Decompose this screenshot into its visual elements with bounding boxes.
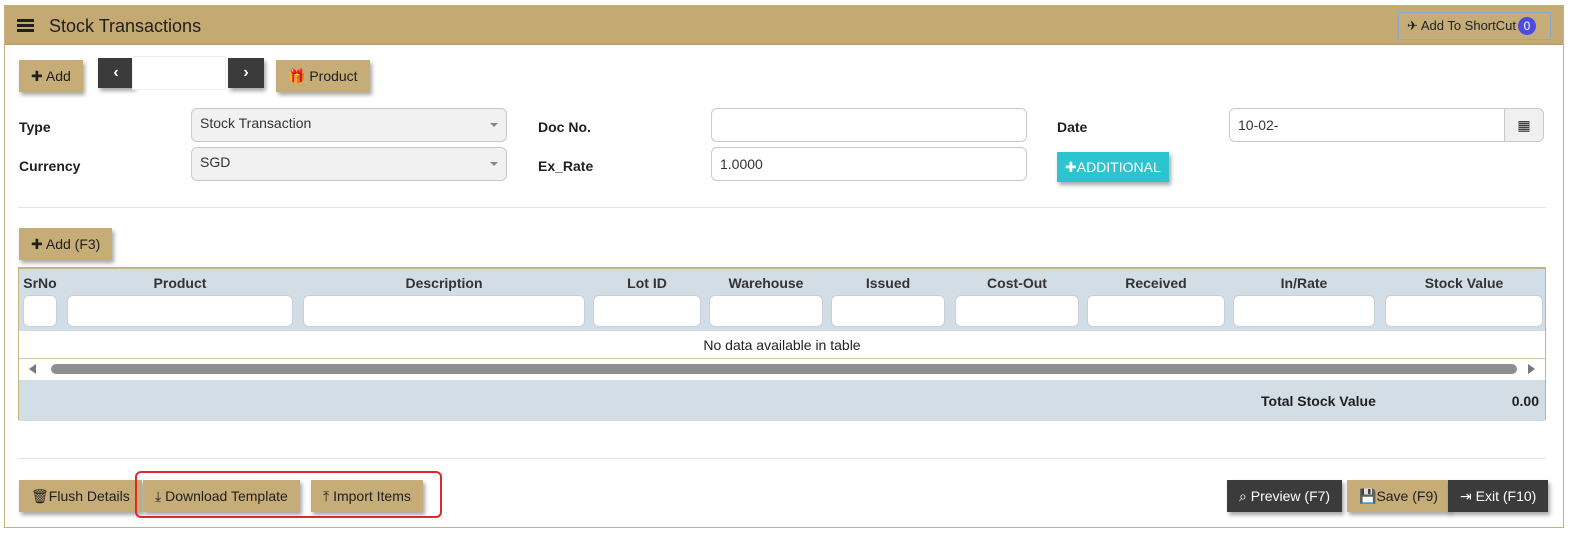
filter-description[interactable] bbox=[303, 295, 585, 327]
filter-srno[interactable] bbox=[23, 295, 57, 327]
save-label: Save (F9) bbox=[1376, 488, 1438, 504]
product-button[interactable]: 🎁 Product bbox=[276, 60, 370, 92]
total-stock-value-label: Total Stock Value bbox=[1261, 393, 1376, 409]
add-row-button[interactable]: ✚ Add (F3) bbox=[19, 228, 113, 260]
date-field[interactable]: 10-02- bbox=[1229, 108, 1509, 142]
filter-stock-value[interactable] bbox=[1385, 295, 1543, 327]
search-icon: ⌕ bbox=[1239, 488, 1251, 504]
filter-lot-id[interactable] bbox=[593, 295, 701, 327]
column-cost-out: Cost-Out bbox=[987, 275, 1047, 291]
filter-received[interactable] bbox=[1087, 295, 1225, 327]
total-stock-value: 0.00 bbox=[1511, 393, 1539, 409]
title-bar: Stock Transactions ✈ Add To ShortCut 0 bbox=[5, 6, 1563, 45]
table-header: SrNo Product Description Lot ID Warehous… bbox=[19, 269, 1545, 331]
column-received: Received bbox=[1125, 275, 1187, 291]
filter-issued[interactable] bbox=[831, 295, 945, 327]
column-description: Description bbox=[405, 275, 483, 291]
plus-icon: ✚ bbox=[31, 236, 46, 252]
chevron-down-icon bbox=[490, 123, 498, 127]
totals-row: Total Stock Value 0.00 bbox=[19, 380, 1545, 421]
scrollbar-thumb[interactable] bbox=[51, 364, 1517, 374]
divider bbox=[18, 458, 1546, 459]
date-label: Date bbox=[1057, 119, 1088, 135]
additional-label: ADDITIONAL bbox=[1076, 159, 1161, 175]
chevron-right-icon: › bbox=[243, 64, 249, 81]
transaction-table: SrNo Product Description Lot ID Warehous… bbox=[18, 267, 1546, 421]
add-label: Add bbox=[45, 68, 71, 84]
save-button[interactable]: 💾Save (F9) bbox=[1347, 480, 1450, 512]
horizontal-scrollbar[interactable] bbox=[19, 359, 1545, 379]
flush-details-button[interactable]: 🗑Flush Details bbox=[19, 480, 142, 512]
scroll-left-icon[interactable] bbox=[29, 364, 36, 374]
currency-label: Currency bbox=[19, 158, 81, 174]
filter-warehouse[interactable] bbox=[709, 295, 823, 327]
currency-value: SGD bbox=[200, 154, 231, 170]
filter-cost-out[interactable] bbox=[955, 295, 1079, 327]
exit-button[interactable]: ⇥ Exit (F10) bbox=[1448, 480, 1549, 512]
previous-record-button[interactable]: ‹ bbox=[98, 58, 134, 88]
ex-rate-label: Ex_Rate bbox=[538, 158, 594, 174]
type-label: Type bbox=[19, 119, 51, 135]
column-warehouse: Warehouse bbox=[728, 275, 804, 291]
product-label: Product bbox=[309, 68, 358, 84]
preview-button[interactable]: ⌕ Preview (F7) bbox=[1227, 480, 1343, 512]
add-to-shortcut-button[interactable]: ✈ Add To ShortCut 0 bbox=[1398, 12, 1551, 40]
column-issued: Issued bbox=[865, 275, 911, 291]
next-record-button[interactable]: › bbox=[228, 58, 264, 88]
type-value: Stock Transaction bbox=[200, 115, 312, 131]
ex-rate-field[interactable]: 1.0000 bbox=[711, 147, 1027, 181]
column-in-rate: In/Rate bbox=[1280, 275, 1328, 291]
add-button[interactable]: ✚ Add bbox=[19, 60, 83, 92]
shortcut-label: Add To ShortCut bbox=[1420, 18, 1516, 33]
exit-label: Exit (F10) bbox=[1475, 488, 1537, 504]
filter-in-rate[interactable] bbox=[1233, 295, 1375, 327]
column-product: Product bbox=[153, 275, 207, 291]
filter-product[interactable] bbox=[67, 295, 293, 327]
trash-icon: 🗑 bbox=[31, 488, 49, 504]
doc-no-label: Doc No. bbox=[538, 119, 591, 135]
chevron-down-icon bbox=[490, 162, 498, 166]
shortcut-count-badge: 0 bbox=[1518, 17, 1536, 35]
column-srno: SrNo bbox=[23, 275, 57, 291]
gift-icon: 🎁 bbox=[288, 68, 310, 84]
empty-table-message: No data available in table bbox=[19, 331, 1545, 359]
preview-label: Preview (F7) bbox=[1250, 488, 1331, 504]
menu-icon[interactable] bbox=[17, 19, 34, 32]
plus-icon: ✚ bbox=[31, 68, 46, 84]
type-select[interactable]: Stock Transaction bbox=[191, 108, 507, 142]
chevron-left-icon: ‹ bbox=[113, 64, 119, 81]
additional-button[interactable]: ✚ADDITIONAL bbox=[1057, 152, 1169, 182]
record-number-field[interactable] bbox=[132, 56, 226, 90]
highlight-box bbox=[135, 471, 442, 518]
calendar-icon[interactable]: ▦ bbox=[1504, 108, 1544, 142]
page-title: Stock Transactions bbox=[49, 16, 202, 36]
scroll-right-icon[interactable] bbox=[1528, 364, 1535, 374]
flush-label: Flush Details bbox=[48, 488, 130, 504]
column-lot-id: Lot ID bbox=[627, 275, 667, 291]
column-stock-value: Stock Value bbox=[1424, 275, 1504, 291]
exit-icon: ⇥ bbox=[1460, 488, 1476, 504]
divider bbox=[18, 207, 1546, 208]
rocket-icon: ✈ bbox=[1407, 18, 1418, 33]
save-icon: 💾 bbox=[1359, 488, 1377, 504]
currency-select[interactable]: SGD bbox=[191, 147, 507, 181]
add-row-label: Add (F3) bbox=[45, 236, 101, 252]
plus-icon: ✚ bbox=[1065, 159, 1077, 175]
doc-no-field[interactable] bbox=[711, 108, 1027, 142]
